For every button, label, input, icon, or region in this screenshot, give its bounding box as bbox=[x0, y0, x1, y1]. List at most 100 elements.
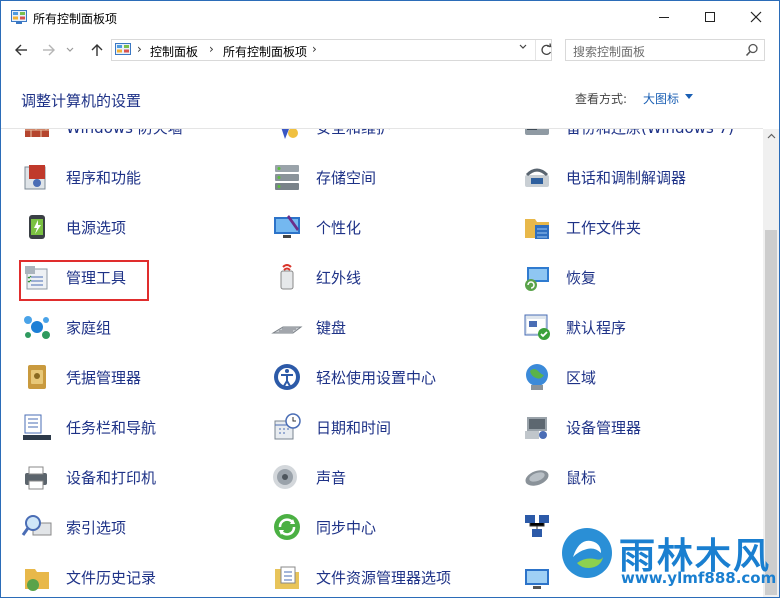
address-dropdown-button[interactable] bbox=[515, 42, 531, 55]
search-box[interactable]: 搜索控制面板 bbox=[565, 39, 765, 61]
breadcrumb-control-panel[interactable]: 控制面板 bbox=[150, 43, 198, 60]
control-panel-item-label: 恢复 bbox=[566, 269, 597, 287]
control-panel-item[interactable]: 恢复 bbox=[521, 259, 761, 295]
control-panel-item[interactable]: 文件历史记录 bbox=[21, 559, 261, 595]
control-panel-item[interactable]: 默认程序 bbox=[521, 309, 761, 345]
minimize-icon bbox=[659, 17, 669, 18]
up-button[interactable] bbox=[87, 40, 107, 60]
phone-modem-icon bbox=[525, 168, 549, 187]
breadcrumb-chevron-icon[interactable]: › bbox=[312, 42, 317, 56]
control-panel-item[interactable]: 索引选项 bbox=[21, 509, 261, 545]
security-maintenance-icon bbox=[281, 129, 298, 139]
keyboard-icon bbox=[271, 326, 303, 334]
control-panel-item-label: 轻松使用设置中心 bbox=[316, 369, 437, 387]
scroll-up-button[interactable] bbox=[763, 129, 779, 145]
up-arrow-icon bbox=[91, 44, 103, 56]
control-panel-item-label: 工作文件夹 bbox=[566, 219, 642, 237]
control-panel-item[interactable]: 备份和还原(Windows 7) bbox=[521, 129, 761, 145]
page-title: 调整计算机的设置 bbox=[21, 92, 142, 110]
control-panel-item[interactable]: 安全和维护 bbox=[271, 129, 511, 145]
control-panel-item-label: 任务栏和导航 bbox=[66, 419, 157, 437]
refresh-button[interactable] bbox=[535, 40, 554, 60]
breadcrumb-chevron-icon[interactable]: › bbox=[209, 42, 214, 56]
control-panel-item[interactable]: 任务栏和导航 bbox=[21, 409, 261, 445]
backup-restore-icon bbox=[525, 129, 549, 135]
navigation-bar: › 控制面板 › 所有控制面板项 › 搜索控制面板 bbox=[1, 35, 779, 65]
control-panel-item-label: 索引选项 bbox=[66, 519, 127, 537]
control-panel-item-label: 凭据管理器 bbox=[66, 369, 142, 387]
control-panel-item-label: 设备和打印机 bbox=[66, 469, 157, 487]
device-manager-icon bbox=[525, 417, 547, 439]
control-panel-item[interactable]: 设备和打印机 bbox=[21, 459, 261, 495]
control-panel-item-label: 声音 bbox=[316, 469, 347, 487]
address-bar[interactable]: › 控制面板 › 所有控制面板项 › bbox=[111, 39, 552, 61]
control-panel-item[interactable]: 声音 bbox=[271, 459, 511, 495]
control-panel-item[interactable]: 电话和调制解调器 bbox=[521, 159, 761, 195]
watermark: 雨林木风 www.ylmf888.com bbox=[561, 521, 777, 597]
control-panel-item[interactable]: 红外线 bbox=[271, 259, 511, 295]
control-panel-item-label: 同步中心 bbox=[316, 519, 377, 537]
control-panel-item-label: Windows 防火墙 bbox=[66, 129, 183, 138]
control-panel-item[interactable]: 文件资源管理器选项 bbox=[271, 559, 511, 595]
control-panel-item[interactable]: 存储空间 bbox=[271, 159, 511, 195]
control-panel-item[interactable]: 区域 bbox=[521, 359, 761, 395]
mouse-icon bbox=[525, 470, 549, 486]
control-panel-item-label: 鼠标 bbox=[566, 469, 597, 487]
chevron-down-icon bbox=[66, 47, 74, 52]
file-explorer-options-icon bbox=[275, 566, 299, 589]
forward-arrow-icon bbox=[43, 44, 55, 56]
control-panel-item[interactable]: 凭据管理器 bbox=[21, 359, 261, 395]
control-panel-item[interactable]: 电源选项 bbox=[21, 209, 261, 245]
chevron-down-icon bbox=[519, 44, 527, 49]
date-time-icon bbox=[274, 413, 301, 440]
control-panel-item[interactable]: 家庭组 bbox=[21, 309, 261, 345]
minimize-button[interactable] bbox=[641, 1, 687, 33]
control-panel-item-label: 红外线 bbox=[316, 269, 362, 287]
view-by-dropdown[interactable]: 大图标 bbox=[643, 90, 679, 107]
control-panel-item[interactable]: 鼠标 bbox=[521, 459, 761, 495]
indexing-options-icon bbox=[21, 515, 52, 536]
control-panel-item-label: 默认程序 bbox=[566, 319, 627, 337]
homegroup-icon bbox=[24, 316, 50, 339]
control-panel-item-label: 设备管理器 bbox=[566, 419, 642, 437]
control-panel-item[interactable]: 轻松使用设置中心 bbox=[271, 359, 511, 395]
control-panel-item-label: 电话和调制解调器 bbox=[566, 169, 687, 187]
control-panel-item[interactable]: 设备管理器 bbox=[521, 409, 761, 445]
search-placeholder: 搜索控制面板 bbox=[573, 45, 646, 59]
storage-spaces-icon bbox=[275, 165, 299, 190]
control-panel-item[interactable]: 键盘 bbox=[271, 309, 511, 345]
control-panel-item-label: 程序和功能 bbox=[66, 169, 142, 187]
personalization-icon bbox=[274, 215, 300, 238]
title-bar[interactable]: 所有控制面板项 bbox=[1, 1, 779, 35]
network-icon bbox=[525, 515, 549, 537]
control-panel-icon bbox=[11, 10, 27, 24]
breadcrumb-all-items[interactable]: 所有控制面板项 bbox=[223, 43, 307, 60]
refresh-icon bbox=[541, 43, 552, 55]
back-button[interactable] bbox=[11, 40, 31, 60]
display-icon bbox=[525, 569, 549, 589]
control-panel-item[interactable]: 日期和时间 bbox=[271, 409, 511, 445]
chevron-up-icon bbox=[767, 133, 775, 139]
default-programs-icon bbox=[524, 314, 550, 340]
control-panel-item[interactable]: 同步中心 bbox=[271, 509, 511, 545]
maximize-button[interactable] bbox=[687, 1, 733, 33]
infrared-icon bbox=[280, 264, 294, 290]
control-panel-item-label: 电源选项 bbox=[66, 219, 127, 237]
forward-button[interactable] bbox=[39, 40, 59, 60]
control-panel-item[interactable]: 个性化 bbox=[271, 209, 511, 245]
close-button[interactable] bbox=[733, 1, 779, 33]
control-panel-item[interactable]: 程序和功能 bbox=[21, 159, 261, 195]
view-by-label: 查看方式: bbox=[575, 92, 628, 106]
work-folders-icon bbox=[525, 219, 549, 239]
recent-locations-button[interactable] bbox=[63, 40, 77, 60]
control-panel-item[interactable]: 工作文件夹 bbox=[521, 209, 761, 245]
caret-down-icon[interactable] bbox=[685, 94, 693, 99]
control-panel-item-label: 文件资源管理器选项 bbox=[316, 569, 452, 587]
control-panel-item[interactable]: Windows 防火墙 bbox=[21, 129, 261, 145]
control-panel-item-label: 家庭组 bbox=[66, 319, 112, 337]
search-icon[interactable] bbox=[745, 43, 759, 57]
control-panel-icon bbox=[115, 43, 131, 55]
sound-icon bbox=[273, 465, 297, 489]
breadcrumb-chevron-icon[interactable]: › bbox=[137, 42, 142, 56]
control-panel-item-label: 日期和时间 bbox=[316, 419, 392, 437]
